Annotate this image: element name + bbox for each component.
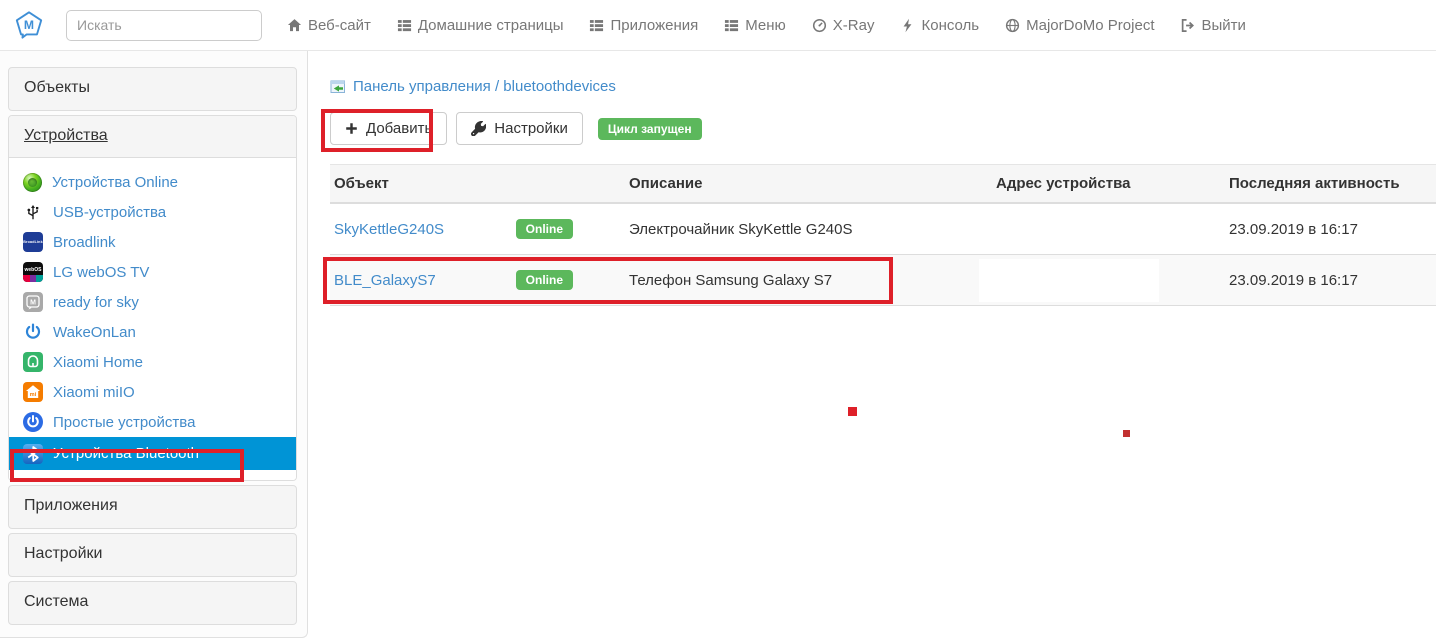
list-icon [589, 18, 604, 33]
status-badge: Online [515, 270, 573, 290]
panel-window-icon [330, 79, 346, 95]
svg-text:M: M [30, 300, 36, 307]
sidebar-item-xiaomi-miio[interactable]: mi Xiaomi miIO [9, 377, 296, 407]
search-input[interactable] [66, 9, 262, 41]
nav-console[interactable]: Консоль [887, 0, 992, 51]
sidebar-item-xiaomi-home[interactable]: Xiaomi Home [9, 347, 296, 377]
logout-icon [1180, 18, 1195, 33]
column-description: Описание [625, 164, 992, 204]
address-cell [992, 203, 1225, 255]
power-icon [23, 322, 43, 342]
sidebar-item-wakeonlan[interactable]: WakeOnLan [9, 317, 296, 347]
last-activity-cell: 23.09.2019 в 16:17 [1225, 203, 1436, 255]
panel-system: Система [8, 581, 297, 625]
address-cell [992, 254, 1225, 306]
nav-logout[interactable]: Выйти [1167, 0, 1258, 51]
table-row: SkyKettleG240S Online Электрочайник SkyK… [330, 203, 1436, 255]
panel-objects: Объекты [8, 67, 297, 111]
sidebar-item-ready-for-sky[interactable]: M ready for sky [9, 287, 296, 317]
panel-applications: Приложения [8, 485, 297, 529]
panel-settings: Настройки [8, 533, 297, 577]
svg-text:mi: mi [30, 392, 37, 398]
broadlink-icon: BroadLink [23, 232, 43, 252]
status-badge: Online [515, 219, 573, 239]
ready-for-sky-icon: M [23, 292, 43, 312]
xiaomi-miio-icon: mi [23, 382, 43, 402]
list-icon [397, 18, 412, 33]
main-navigation: Веб-сайт Домашние страницы Приложения Ме… [274, 0, 1259, 51]
table-header-row: Объект Описание Адрес устройства Последн… [330, 164, 1436, 204]
webos-icon: webOS [23, 262, 43, 282]
left-sidebar: Объекты Устройства Устройства Online USB… [0, 51, 308, 638]
description-cell: Телефон Samsung Galaxy S7 [625, 254, 992, 306]
bluetooth-icon [23, 443, 43, 464]
sidebar-item-broadlink[interactable]: BroadLink Broadlink [9, 227, 296, 257]
sidebar-section-system[interactable]: Система [9, 582, 296, 624]
sidebar-section-applications[interactable]: Приложения [9, 486, 296, 528]
sidebar-item-simple-devices[interactable]: Простые устройства [9, 407, 296, 437]
sidebar-section-objects[interactable]: Объекты [9, 68, 296, 110]
nav-xray[interactable]: X-Ray [799, 0, 888, 51]
nav-home-pages[interactable]: Домашние страницы [384, 0, 577, 51]
online-led-icon [23, 172, 42, 192]
devices-table: Объект Описание Адрес устройства Последн… [330, 164, 1436, 306]
column-device-address: Адрес устройства [992, 164, 1225, 204]
globe-icon [1005, 18, 1020, 33]
annotation-dot [848, 407, 857, 416]
sidebar-section-devices[interactable]: Устройства [9, 116, 296, 158]
home-icon [287, 18, 302, 33]
sidebar-item-usb-devices[interactable]: USB-устройства [9, 197, 296, 227]
object-link[interactable]: BLE_GalaxyS7 [334, 272, 436, 289]
xiaomi-home-icon [23, 352, 43, 372]
usb-icon [23, 202, 43, 222]
plus-icon [345, 122, 358, 135]
breadcrumb-text: Панель управления / bluetoothdevices [353, 78, 616, 95]
nav-applications[interactable]: Приложения [576, 0, 711, 51]
sidebar-item-lg-webos-tv[interactable]: webOS LG webOS TV [9, 257, 296, 287]
last-activity-cell: 23.09.2019 в 16:17 [1225, 254, 1436, 306]
add-button[interactable]: Добавить [330, 112, 448, 145]
settings-button[interactable]: Настройки [456, 112, 583, 145]
majordomo-logo[interactable]: M [14, 10, 44, 40]
wrench-icon [471, 121, 487, 136]
nav-majordomo-project[interactable]: MajorDoMo Project [992, 0, 1167, 51]
nav-menu[interactable]: Меню [711, 0, 799, 51]
toolbar: Добавить Настройки Цикл запущен [330, 112, 1436, 145]
sidebar-section-settings[interactable]: Настройки [9, 534, 296, 576]
main-content: Панель управления / bluetoothdevices Доб… [308, 51, 1436, 306]
svg-text:M: M [24, 18, 34, 32]
nav-website[interactable]: Веб-сайт [274, 0, 384, 51]
breadcrumb[interactable]: Панель управления / bluetoothdevices [330, 78, 1436, 95]
top-navbar: M Веб-сайт Домашние страницы Приложения [0, 0, 1436, 51]
column-last-activity: Последняя активность [1225, 164, 1436, 204]
description-cell: Электрочайник SkyKettle G240S [625, 203, 992, 255]
sidebar-item-devices-online[interactable]: Устройства Online [9, 167, 296, 197]
cycle-running-badge: Цикл запущен [597, 117, 702, 140]
sidebar-item-bluetooth-devices[interactable]: Устройства Bluetooth [9, 437, 296, 470]
device-list: Устройства Online USB-устройства BroadLi… [9, 158, 296, 480]
annotation-dot [1123, 430, 1130, 437]
panel-devices: Устройства Устройства Online USB-устройс… [8, 115, 297, 481]
list-icon [724, 18, 739, 33]
column-object: Объект [330, 164, 625, 204]
flash-icon [900, 18, 915, 33]
gauge-icon [812, 18, 827, 33]
table-row: BLE_GalaxyS7 Online Телефон Samsung Gala… [330, 254, 1436, 306]
power-circle-icon [23, 412, 43, 432]
object-link[interactable]: SkyKettleG240S [334, 221, 444, 238]
